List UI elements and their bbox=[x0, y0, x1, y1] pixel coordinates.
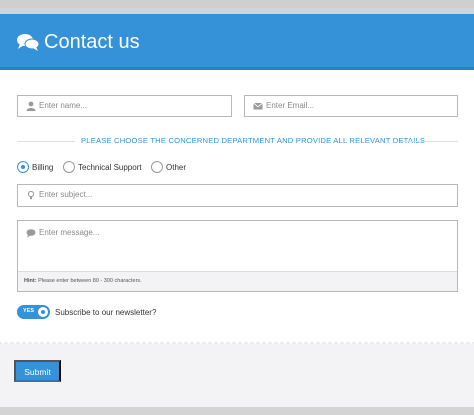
page-bottom-strip bbox=[0, 407, 474, 415]
hint-bar: Hint: Please enter between 80 - 300 char… bbox=[18, 271, 457, 291]
radio-button[interactable] bbox=[151, 161, 163, 173]
subject-placeholder: Enter subject... bbox=[39, 190, 93, 199]
newsletter-label: Subscribe to our newsletter? bbox=[55, 308, 157, 317]
envelope-icon bbox=[253, 102, 263, 110]
toggle-yes-label: YES bbox=[23, 308, 35, 314]
contact-form-card: Contact us Enter name... Enter Email... … bbox=[0, 14, 474, 407]
lightbulb-icon bbox=[27, 190, 35, 200]
radio-label-technical-support: Technical Support bbox=[78, 163, 142, 172]
name-field[interactable]: Enter name... bbox=[17, 95, 232, 117]
user-icon bbox=[26, 101, 36, 111]
hint-text: Please enter between 80 - 300 characters… bbox=[38, 278, 142, 284]
email-field[interactable]: Enter Email... bbox=[244, 95, 458, 117]
divider-left bbox=[17, 141, 75, 142]
message-textarea[interactable]: Enter message... Hint: Please enter betw… bbox=[17, 220, 458, 292]
chat-bubbles-icon bbox=[17, 34, 39, 51]
radio-button[interactable] bbox=[63, 161, 75, 173]
submit-button[interactable]: Submit bbox=[14, 360, 61, 382]
comment-icon bbox=[26, 229, 36, 238]
newsletter-toggle[interactable]: YES bbox=[17, 305, 50, 319]
email-placeholder: Enter Email... bbox=[266, 101, 315, 110]
page-top-strip bbox=[0, 0, 474, 8]
subject-field[interactable]: Enter subject... bbox=[17, 184, 458, 207]
toggle-knob bbox=[38, 307, 48, 317]
form-footer bbox=[0, 344, 474, 407]
divider-right bbox=[400, 141, 458, 142]
radio-button-checked[interactable] bbox=[17, 161, 29, 173]
hint-label: Hint: bbox=[24, 278, 37, 284]
page-title: Contact us bbox=[44, 31, 140, 53]
radio-label-other: Other bbox=[166, 163, 187, 172]
form-header: Contact us bbox=[0, 14, 474, 70]
message-placeholder: Enter message... bbox=[39, 228, 100, 237]
name-placeholder: Enter name... bbox=[39, 101, 88, 110]
department-heading: PLEASE CHOOSE THE CONCERNED DEPARTMENT A… bbox=[81, 136, 426, 145]
radio-label-billing: Billing bbox=[32, 163, 54, 172]
